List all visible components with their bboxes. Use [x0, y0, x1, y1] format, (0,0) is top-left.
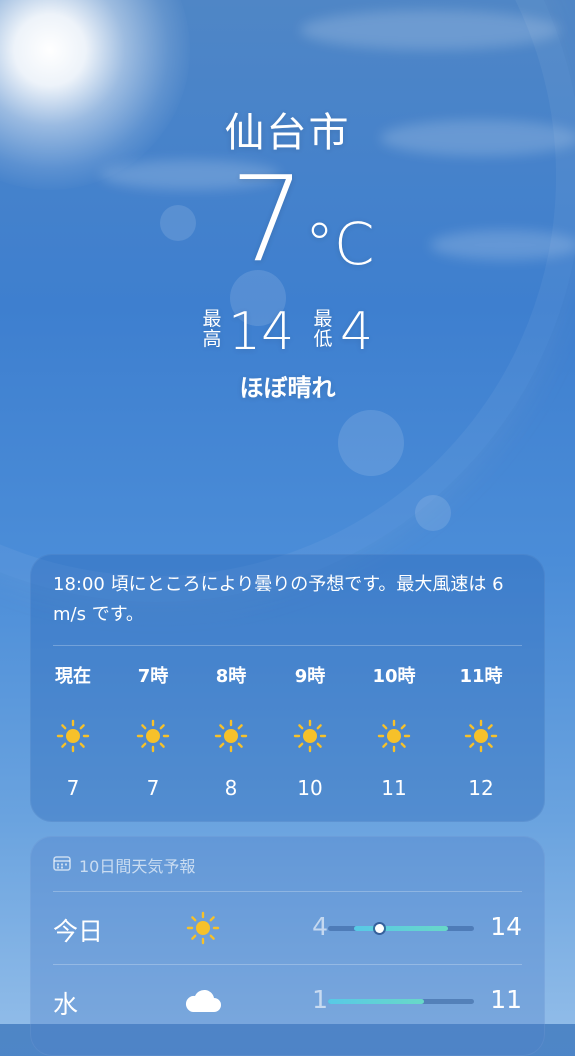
hour-time: 11時 [459, 666, 503, 687]
hour-item: 10時 11 [359, 662, 429, 800]
hour-item: 11時 12 [446, 662, 516, 800]
daily-header-label: 10日間天気予報 [79, 857, 196, 876]
day-row[interactable]: 水 1 11 [30, 971, 545, 1031]
hour-item: 8時 8 [196, 662, 266, 800]
sun-icon [463, 718, 499, 758]
lens-flare [338, 410, 404, 476]
hour-temp: 8 [224, 776, 238, 800]
temperature-range-bar [328, 999, 474, 1004]
hour-temp: 7 [66, 776, 80, 800]
hour-time: 8時 [215, 666, 247, 687]
day-high: 11 [490, 985, 522, 1014]
day-label: 今日 [53, 917, 104, 946]
temperature-value: 7 [230, 150, 306, 288]
calendar-icon [53, 855, 71, 875]
low-label: 最低 [313, 308, 333, 350]
day-low: 1 [312, 985, 328, 1014]
divider [53, 891, 522, 892]
day-high: 14 [490, 912, 522, 941]
forecast-summary: 18:00 頃にところにより曇りの予想です。最大風速は 6 m/s です。 [53, 574, 504, 625]
sun-icon [55, 718, 91, 758]
hour-item: 9時 10 [275, 662, 345, 800]
sun-icon [292, 718, 328, 758]
hour-time: 7時 [137, 666, 169, 687]
day-label: 水 [53, 990, 79, 1019]
temperature-range-bar [328, 924, 474, 933]
high-label: 最高 [202, 308, 222, 350]
high-low-temps: 最高 14 最低 4 [0, 306, 575, 366]
cloud-icon [183, 981, 223, 1021]
temperature-unit: °C [305, 210, 375, 278]
hour-temp: 12 [468, 776, 494, 800]
hour-time: 10時 [372, 666, 416, 687]
lens-flare [415, 495, 451, 531]
hour-item: 7時 7 [118, 662, 188, 800]
divider [53, 964, 522, 965]
ten-day-forecast-card[interactable]: 10日間天気予報 今日 4 14 水 1 11 [30, 836, 545, 1056]
hour-temp: 10 [297, 776, 323, 800]
range-fill [354, 926, 448, 931]
current-temp-marker [374, 924, 384, 933]
sun-icon [376, 718, 412, 758]
divider [53, 645, 522, 646]
daily-header: 10日間天気予報 [53, 853, 195, 877]
low-value: 4 [340, 302, 374, 362]
hour-temp: 7 [146, 776, 160, 800]
hour-time: 現在 [55, 666, 91, 687]
hour-time: 9時 [294, 666, 326, 687]
sun-icon [213, 718, 249, 758]
sun-icon [135, 718, 171, 758]
current-weather-header: 仙台市 7 °C 最高 14 最低 4 ほぼ晴れ [0, 100, 575, 402]
cloud-wisp [300, 10, 560, 50]
hourly-list[interactable]: 現在 7 7時 7 8時 8 9時 10 10時 11 11時 12 [30, 662, 545, 812]
hour-item: 現在 7 [38, 662, 108, 800]
high-value: 14 [228, 302, 295, 362]
day-row[interactable]: 今日 4 14 [30, 898, 545, 958]
weather-condition: ほぼ晴れ [239, 374, 336, 402]
range-fill [328, 999, 425, 1004]
sun-icon [183, 908, 223, 948]
hourly-forecast-card[interactable]: 18:00 頃にところにより曇りの予想です。最大風速は 6 m/s です。 現在… [30, 554, 545, 822]
day-low: 4 [312, 912, 328, 941]
hour-temp: 11 [381, 776, 407, 800]
current-temperature: 7 °C [0, 160, 575, 290]
